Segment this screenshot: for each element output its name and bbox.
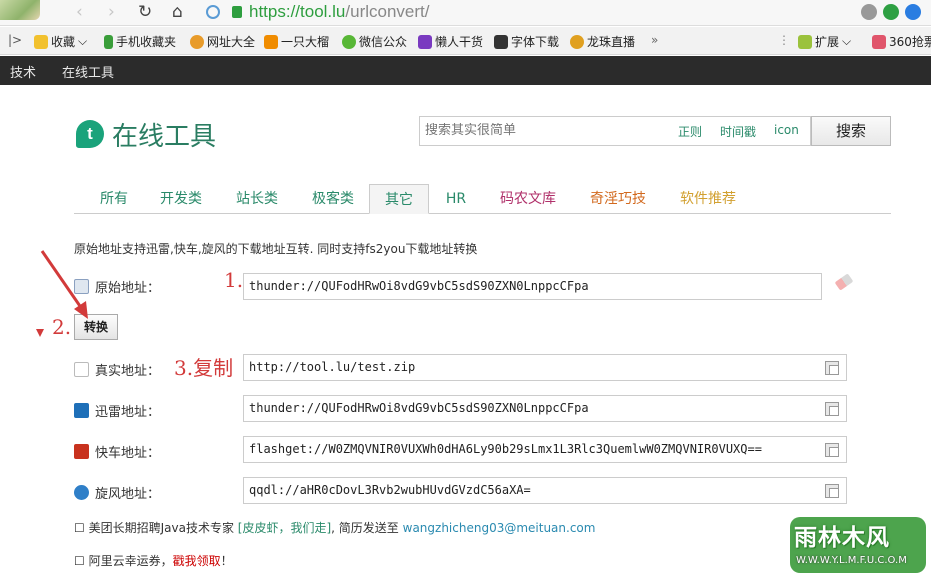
tab-dev[interactable]: 开发类	[148, 184, 214, 214]
forward-icon[interactable]: ›	[108, 2, 115, 22]
star-icon	[34, 34, 48, 49]
site-icon	[418, 34, 432, 49]
logo-icon[interactable]: t	[76, 120, 104, 148]
quick-link-timestamp[interactable]: 时间戳	[718, 123, 758, 140]
bookmarks-more-button[interactable]: »	[651, 33, 658, 47]
search-button[interactable]: 搜索	[811, 116, 891, 146]
dragonball-icon	[570, 34, 584, 49]
search-box: 正则 时间戳 icon	[419, 116, 811, 146]
flashget-address-label: 快车地址：	[74, 442, 160, 461]
tab-all[interactable]: 所有	[84, 184, 144, 214]
flashget-icon	[74, 444, 89, 459]
job-ad-line: ☐ 美团长期招聘Java技术专家 [皮皮虾，我们走], 简历发送至 wangzh…	[74, 519, 595, 536]
wechat-icon	[342, 34, 356, 49]
globe-icon	[206, 5, 220, 19]
annotation-arrow-icon	[36, 250, 88, 337]
category-tabs: 所有 开发类 站长类 极客类 其它 HR 码农文库 奇淫巧技 软件推荐	[74, 184, 891, 214]
job-ad-text: 美团长期招聘Java技术专家	[88, 521, 234, 535]
job-ad-link[interactable]: [皮皮虾，我们走]	[238, 521, 331, 535]
bookmark-item[interactable]: 网址大全	[190, 33, 255, 50]
tab-hr[interactable]: HR	[436, 184, 476, 214]
site-top-nav: 技术 在线工具	[0, 56, 931, 85]
thunder-icon	[74, 403, 89, 418]
tab-tricks[interactable]: 奇淫巧技	[578, 184, 658, 214]
qqdl-icon	[74, 485, 89, 500]
address-url[interactable]: https://tool.lu/urlconvert/	[249, 1, 429, 23]
thunder-address-field[interactable]: thunder://QUFodHRwOi8vdG9vbC5sdS90ZXN0Ln…	[243, 395, 847, 422]
annotation-step3: 3.复制	[174, 356, 234, 380]
bookmark-item[interactable]: 一只大榴	[264, 33, 329, 50]
quick-link-regex[interactable]: 正则	[676, 123, 704, 140]
thunder-address-label: 迅雷地址：	[74, 401, 160, 420]
quick-link-icon[interactable]: icon	[772, 123, 801, 137]
eraser-icon[interactable]	[834, 273, 854, 291]
tab-software[interactable]: 软件推荐	[668, 184, 748, 214]
bookmark-item[interactable]: 360抢票	[872, 33, 931, 50]
tab-geek[interactable]: 极客类	[300, 184, 366, 214]
back-icon[interactable]: ‹	[76, 2, 83, 22]
real-address-label: 真实地址：	[74, 360, 160, 379]
bookmark-item[interactable]: 懒人干货	[418, 33, 483, 50]
bookmark-item[interactable]: 手机收藏夹	[104, 33, 176, 50]
reload-icon[interactable]: ↻	[138, 2, 152, 22]
original-address-input[interactable]: thunder://QUFodHRwOi8vdG9vbC5sdS90ZXN0Ln…	[243, 273, 822, 300]
annotation-step1: 1.	[224, 268, 244, 292]
tab-webmaster[interactable]: 站长类	[224, 184, 290, 214]
settings-icon[interactable]	[905, 4, 921, 20]
bookmark-item[interactable]: 扩展 ⌵	[798, 33, 851, 50]
qqdl-address-label: 旋风地址：	[74, 483, 160, 502]
nav-tech[interactable]: 技术	[10, 62, 36, 81]
grid-icon	[798, 34, 812, 49]
blank-file-icon	[74, 362, 89, 377]
qqdl-address-field[interactable]: qqdl://aHR0cDovL3Rvb2wubHUvdGVzdC56aXA=	[243, 477, 847, 504]
job-ad-mid: , 简历发送至	[331, 521, 399, 535]
copy-icon[interactable]	[825, 402, 839, 416]
site-icon	[190, 34, 204, 49]
flashget-address-field[interactable]: flashget://W0ZMQVNIR0VUXWh0dHA6Ly90b29sL…	[243, 436, 847, 463]
bookmark-item[interactable]: 收藏 ⌵	[34, 33, 87, 50]
extension-icon[interactable]	[883, 4, 899, 20]
checkbox-icon[interactable]: ☐	[74, 521, 85, 535]
tab-other[interactable]: 其它	[369, 184, 429, 214]
font-icon	[494, 34, 508, 49]
brand-title[interactable]: 在线工具	[112, 116, 216, 153]
nav-online-tools[interactable]: 在线工具	[62, 62, 114, 81]
user-avatar[interactable]	[0, 0, 40, 20]
job-email-link[interactable]: wangzhicheng03@meituan.com	[403, 521, 596, 535]
bookmark-item[interactable]: 微信公众	[342, 33, 407, 50]
copy-icon[interactable]	[825, 361, 839, 375]
copy-icon[interactable]	[825, 443, 839, 457]
phone-icon	[104, 34, 113, 49]
promo-text: 阿里云幸运券，	[88, 554, 173, 568]
promo-line: ☐ 阿里云幸运券，戳我领取！	[74, 552, 233, 569]
shield-icon[interactable]	[861, 4, 877, 20]
copy-icon[interactable]	[825, 484, 839, 498]
bookmarks-bar: |> 收藏 ⌵ 手机收藏夹 网址大全 一只大榴 微信公众 懒人干货 字体下载 龙…	[0, 27, 931, 55]
bookmark-item[interactable]: 字体下载	[494, 33, 559, 50]
more-icon[interactable]: ⋮	[778, 33, 790, 47]
browser-address-bar: ‹ › ↻ ⌂ https://tool.lu/urlconvert/	[0, 0, 931, 26]
home-icon[interactable]: ⌂	[172, 2, 183, 22]
tool-description: 原始地址支持迅雷,快车,旋风的下载地址互转. 同时支持fs2you下载地址转换	[74, 242, 478, 256]
real-address-field[interactable]: http://tool.lu/test.zip	[243, 354, 847, 381]
sidebar-toggle-icon[interactable]: |>	[8, 33, 22, 47]
bookmark-item[interactable]: 龙珠直播	[570, 33, 635, 50]
promo-end: ！	[220, 554, 233, 568]
tab-coder-library[interactable]: 码农文库	[488, 184, 568, 214]
checkbox-icon[interactable]: ☐	[74, 554, 85, 568]
ticket-icon	[872, 34, 886, 49]
watermark-logo: 雨林木风 W.W.W.Y.L.M.F.U.C.O.M	[760, 515, 930, 577]
promo-link[interactable]: 戳我领取	[173, 554, 221, 568]
search-input[interactable]	[425, 123, 665, 138]
plus-icon	[264, 34, 278, 49]
lock-icon	[232, 6, 242, 18]
